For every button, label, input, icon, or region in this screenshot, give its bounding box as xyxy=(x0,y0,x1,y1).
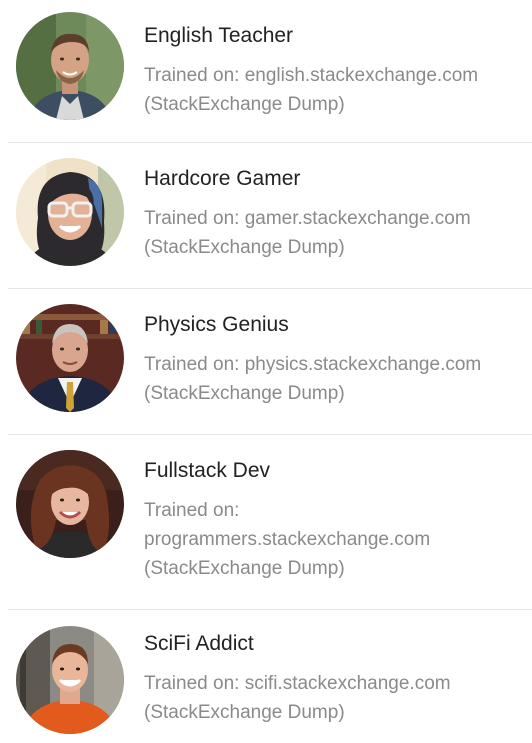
bot-description: Trained on: english.stackexchange.com (S… xyxy=(144,61,532,119)
bot-info: Fullstack Dev Trained on: programmers.st… xyxy=(144,457,532,583)
dump-label: (StackExchange Dump) xyxy=(144,702,345,723)
man-suit-photo-icon xyxy=(16,304,124,412)
dump-label: (StackExchange Dump) xyxy=(144,383,345,404)
bot-item-scifi-addict[interactable]: SciFi Addict Trained on: scifi.stackexch… xyxy=(8,610,532,743)
source-site: english.stackexchange.com xyxy=(244,65,479,86)
bot-item-physics-genius[interactable]: Physics Genius Trained on: physics.stack… xyxy=(8,289,532,435)
dump-label: (StackExchange Dump) xyxy=(144,237,345,258)
source-site: programmers.stackexchange.com xyxy=(144,529,431,550)
man-orange-sweater-photo-icon xyxy=(16,626,124,734)
trained-label: Trained on: xyxy=(144,673,245,694)
avatar xyxy=(16,450,124,558)
bot-list: English Teacher Trained on: english.stac… xyxy=(0,0,532,743)
source-site: physics.stackexchange.com xyxy=(244,354,482,375)
trained-label: Trained on: xyxy=(144,65,245,86)
trained-label: Trained on: xyxy=(144,354,245,375)
young-man-photo-icon xyxy=(16,12,124,120)
source-site: scifi.stackexchange.com xyxy=(244,673,451,694)
bot-description: Trained on: programmers.stackexchange.co… xyxy=(144,496,532,583)
bot-name: English Teacher xyxy=(144,24,294,47)
trained-label: Trained on: xyxy=(144,208,245,229)
woman-curly-hair-photo-icon xyxy=(16,450,124,558)
bot-info: English Teacher Trained on: english.stac… xyxy=(144,22,532,119)
bot-description: Trained on: scifi.stackexchange.com (Sta… xyxy=(144,669,532,727)
bot-description: Trained on: physics.stackexchange.com (S… xyxy=(144,350,532,408)
dump-label: (StackExchange Dump) xyxy=(144,94,345,115)
bot-info: SciFi Addict Trained on: scifi.stackexch… xyxy=(144,630,532,727)
bot-name: Fullstack Dev xyxy=(144,459,271,482)
bot-info: Physics Genius Trained on: physics.stack… xyxy=(144,311,532,408)
avatar xyxy=(16,158,124,266)
bot-description: Trained on: gamer.stackexchange.com (Sta… xyxy=(144,204,532,262)
dump-label: (StackExchange Dump) xyxy=(144,558,345,579)
avatar xyxy=(16,12,124,120)
woman-glasses-photo-icon xyxy=(16,158,124,266)
avatar xyxy=(16,626,124,734)
bot-item-hardcore-gamer[interactable]: Hardcore Gamer Trained on: gamer.stackex… xyxy=(8,143,532,289)
source-site: gamer.stackexchange.com xyxy=(244,208,471,229)
bot-item-english-teacher[interactable]: English Teacher Trained on: english.stac… xyxy=(8,0,532,143)
bot-info: Hardcore Gamer Trained on: gamer.stackex… xyxy=(144,165,532,262)
avatar xyxy=(16,304,124,412)
bot-name: Hardcore Gamer xyxy=(144,167,301,190)
trained-label: Trained on: xyxy=(144,500,240,521)
bot-item-fullstack-dev[interactable]: Fullstack Dev Trained on: programmers.st… xyxy=(8,435,532,610)
bot-name: Physics Genius xyxy=(144,313,289,336)
bot-name: SciFi Addict xyxy=(144,632,254,655)
